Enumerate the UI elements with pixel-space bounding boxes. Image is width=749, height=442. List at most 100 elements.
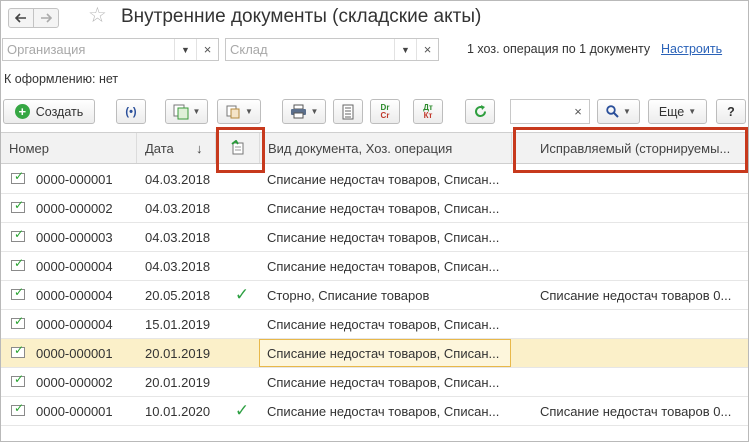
cell-doc-kind: Списание недостач товаров, Списан... [267, 171, 500, 187]
cell-date: 20.05.2018 [145, 287, 211, 303]
posted-document-icon: ✓ [11, 372, 28, 389]
table-row[interactable]: ✓ 0000-000002 04.03.2018 Списание недостач … [1, 194, 748, 223]
cell-corrected [540, 368, 746, 396]
warehouse-field[interactable]: Склад ▼ × [225, 38, 439, 61]
cell-date: 15.01.2019 [145, 316, 211, 332]
clear-search-icon[interactable]: × [567, 100, 589, 123]
highlight-corrected-column [513, 127, 748, 173]
cell-posted: ✓ [225, 281, 259, 309]
configure-link[interactable]: Настроить [661, 42, 722, 56]
cell-number: ✓ 0000-000003 [11, 223, 137, 251]
cell-corrected [540, 339, 746, 367]
forward-button[interactable] [33, 8, 59, 28]
posted-document-icon: ✓ [11, 343, 28, 360]
cell-date: 04.03.2018 [145, 200, 211, 216]
table-row[interactable]: ✓ 0000-000003 04.03.2018 Списание недостач … [1, 223, 748, 252]
organization-field[interactable]: Организация ▼ × [2, 38, 219, 61]
list-report-icon [342, 104, 354, 119]
refresh-button[interactable] [465, 99, 495, 124]
page-title: Внутренние документы (складские акты) [121, 6, 482, 27]
more-button[interactable]: Еще ▼ [648, 99, 707, 124]
cell-corrected [540, 310, 746, 338]
column-number[interactable]: Номер [1, 133, 137, 163]
search-input[interactable]: × [510, 99, 590, 124]
print-button[interactable]: ▼ [282, 99, 326, 124]
cell-doc-kind: Списание недостач товаров, Списан... [267, 258, 500, 274]
cell-posted [225, 339, 259, 367]
related-documents-button[interactable]: ▼ [217, 99, 261, 124]
dr-cr-icon: Dr Cr [380, 102, 390, 120]
cell-corrected: Списание недостач товаров 0... [540, 403, 732, 419]
report-button[interactable] [333, 99, 363, 124]
chevron-down-icon: ▼ [688, 107, 697, 116]
cell-posted [225, 252, 259, 280]
document-number: 0000-000003 [36, 229, 113, 245]
table-row[interactable]: ✓ 0000-000004 04.03.2018 Списание недостач … [1, 252, 748, 281]
clear-icon[interactable]: × [196, 39, 218, 60]
cell-posted [225, 194, 259, 222]
cell-date: 04.03.2018 [145, 258, 211, 274]
cell-number: ✓ 0000-000002 [11, 194, 137, 222]
cell-corrected [540, 252, 746, 280]
arrow-right-icon [41, 13, 52, 23]
cell-doc-kind: Списание недостач товаров, Списан... [267, 403, 500, 419]
create-button[interactable]: + Создать [3, 99, 95, 124]
search-button[interactable]: ▼ [597, 99, 640, 124]
back-button[interactable] [8, 8, 34, 28]
arrow-left-icon [15, 13, 26, 23]
favorite-star-icon[interactable]: ☆ [88, 4, 107, 28]
chevron-down-icon: ▼ [623, 107, 631, 116]
clear-icon[interactable]: × [416, 39, 438, 60]
operations-info: 1 хоз. операция по 1 документу [467, 42, 651, 56]
cell-number: ✓ 0000-000004 [11, 252, 137, 280]
chevron-down-icon: ▼ [245, 107, 253, 116]
cell-date: 10.01.2020 [145, 403, 211, 419]
highlight-posted-column [216, 127, 265, 173]
cell-number: ✓ 0000-000002 [11, 368, 137, 396]
dropdown-arrow-icon[interactable]: ▼ [174, 39, 196, 60]
posted-document-icon: ✓ [11, 256, 28, 273]
create-button-label: Создать [35, 104, 84, 119]
table-row[interactable]: ✓ 0000-000001 10.01.2020 ✓ Списание недостач… [1, 397, 748, 426]
cell-doc-kind: Списание недостач товаров, Списан... [267, 374, 500, 390]
cell-date: 04.03.2018 [145, 229, 211, 245]
broadcast-button[interactable]: (•) [116, 99, 146, 124]
dt-kt-icon: Дт Кт [423, 102, 433, 120]
posted-document-icon: ✓ [11, 401, 28, 418]
cell-doc-kind: Списание недостач товаров, Списан... [267, 229, 500, 245]
table-row[interactable]: ✓ 0000-000001 20.01.2019 Списание недостач … [1, 339, 748, 368]
cell-posted [225, 310, 259, 338]
cell-number: ✓ 0000-000001 [11, 397, 137, 425]
cell-corrected: Списание недостач товаров 0... [540, 287, 732, 303]
table-row[interactable]: ✓ 0000-000002 20.01.2019 Списание недостач … [1, 368, 748, 397]
cell-number: ✓ 0000-000004 [11, 310, 137, 338]
posted-check-icon: ✓ [234, 285, 250, 304]
accounting-entries-button[interactable]: Dr Cr [370, 99, 400, 124]
warehouse-placeholder: Склад [230, 42, 268, 57]
structure-icon [226, 105, 240, 118]
document-number: 0000-000002 [36, 200, 113, 216]
cell-posted: ✓ [225, 397, 259, 425]
accounts-button[interactable]: Дт Кт [413, 99, 443, 124]
documents-table: Номер Дата ↓ Вид документа, Хоз. операци… [1, 132, 748, 426]
plus-icon: + [14, 104, 30, 119]
posted-document-icon: ✓ [11, 314, 28, 331]
organization-placeholder: Организация [7, 42, 86, 57]
table-row[interactable]: ✓ 0000-000004 15.01.2019 Списание недостач … [1, 310, 748, 339]
document-number: 0000-000001 [36, 345, 113, 361]
cell-doc-kind: Сторно, Списание товаров [267, 287, 430, 303]
document-number: 0000-000004 [36, 258, 113, 274]
table-row[interactable]: ✓ 0000-000004 20.05.2018 ✓ Сторно, Списание … [1, 281, 748, 310]
cell-posted [225, 368, 259, 396]
documents-green-icon [173, 104, 189, 119]
column-doc-kind[interactable]: Вид документа, Хоз. операция [260, 133, 512, 163]
dropdown-arrow-icon[interactable]: ▼ [394, 39, 416, 60]
broadcast-icon: (•) [125, 105, 137, 118]
cell-corrected [540, 194, 746, 222]
create-based-on-button[interactable]: ▼ [165, 99, 208, 124]
cell-date: 20.01.2019 [145, 374, 211, 390]
cell-doc-kind: Списание недостач товаров, Списан... [267, 200, 500, 216]
posted-check-icon: ✓ [234, 401, 250, 420]
help-button[interactable]: ? [716, 99, 746, 124]
cell-doc-kind: Списание недостач товаров, Списан... [267, 316, 500, 332]
